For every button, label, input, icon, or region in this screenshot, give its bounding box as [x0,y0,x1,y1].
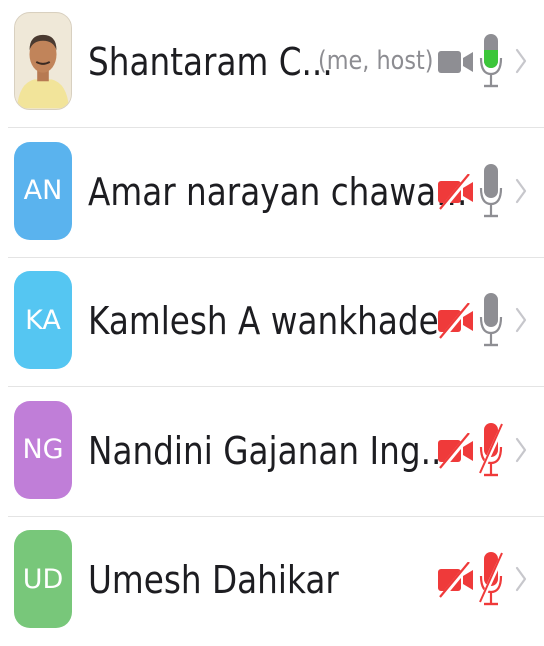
row-divider [8,386,544,387]
participant-name: Amar narayan chawa... [88,169,468,214]
chevron-right-icon [514,46,528,76]
avatar-initials-text: AN [23,175,63,206]
participant-name: Kamlesh A wankhade [88,299,439,343]
video-off-icon [436,561,476,599]
row-divider [8,127,544,128]
microphone-muted-icon [478,550,506,608]
avatar-initials: NG [14,400,72,499]
microphone-icon [478,162,504,220]
avatar-photo [14,12,72,110]
video-off-icon [436,431,476,470]
avatar-initials: UD [14,530,72,628]
chevron-right-icon [514,435,528,465]
participant-row[interactable]: Shantaram C... (me, host) [0,0,544,128]
participant-name: Umesh Dahikar [88,558,339,602]
chevron-right-icon [514,305,528,335]
microphone-icon [478,32,504,90]
avatar-initials: AN [14,141,72,240]
avatar-initials: KA [14,271,72,369]
chevron-right-icon [514,176,528,206]
participant-row[interactable]: NG Nandini Gajanan Ing... [0,389,544,517]
avatar-initials-text: KA [25,304,61,336]
chevron-right-icon [514,564,528,594]
row-divider [8,515,544,517]
microphone-icon [478,291,504,349]
participant-name: Shantaram C... [88,40,333,84]
video-off-icon [436,302,476,340]
participants-list: Shantaram C... (me, host) AN Amar narayan c… [0,0,544,639]
participant-row[interactable]: KA Kamlesh A wankhade [0,259,544,387]
microphone-muted-icon [478,421,506,479]
participant-name: Nandini Gajanan Ing... [88,428,452,473]
video-camera-icon [436,44,476,80]
avatar-initials-text: NG [22,434,64,465]
participant-row[interactable]: AN Amar narayan chawa... [0,130,544,258]
participant-row[interactable]: UD Umesh Dahikar [0,518,544,646]
participant-role-tag: (me, host) [318,46,434,76]
avatar-initials-text: UD [22,563,64,595]
video-off-icon [436,172,476,211]
row-divider [8,256,544,258]
